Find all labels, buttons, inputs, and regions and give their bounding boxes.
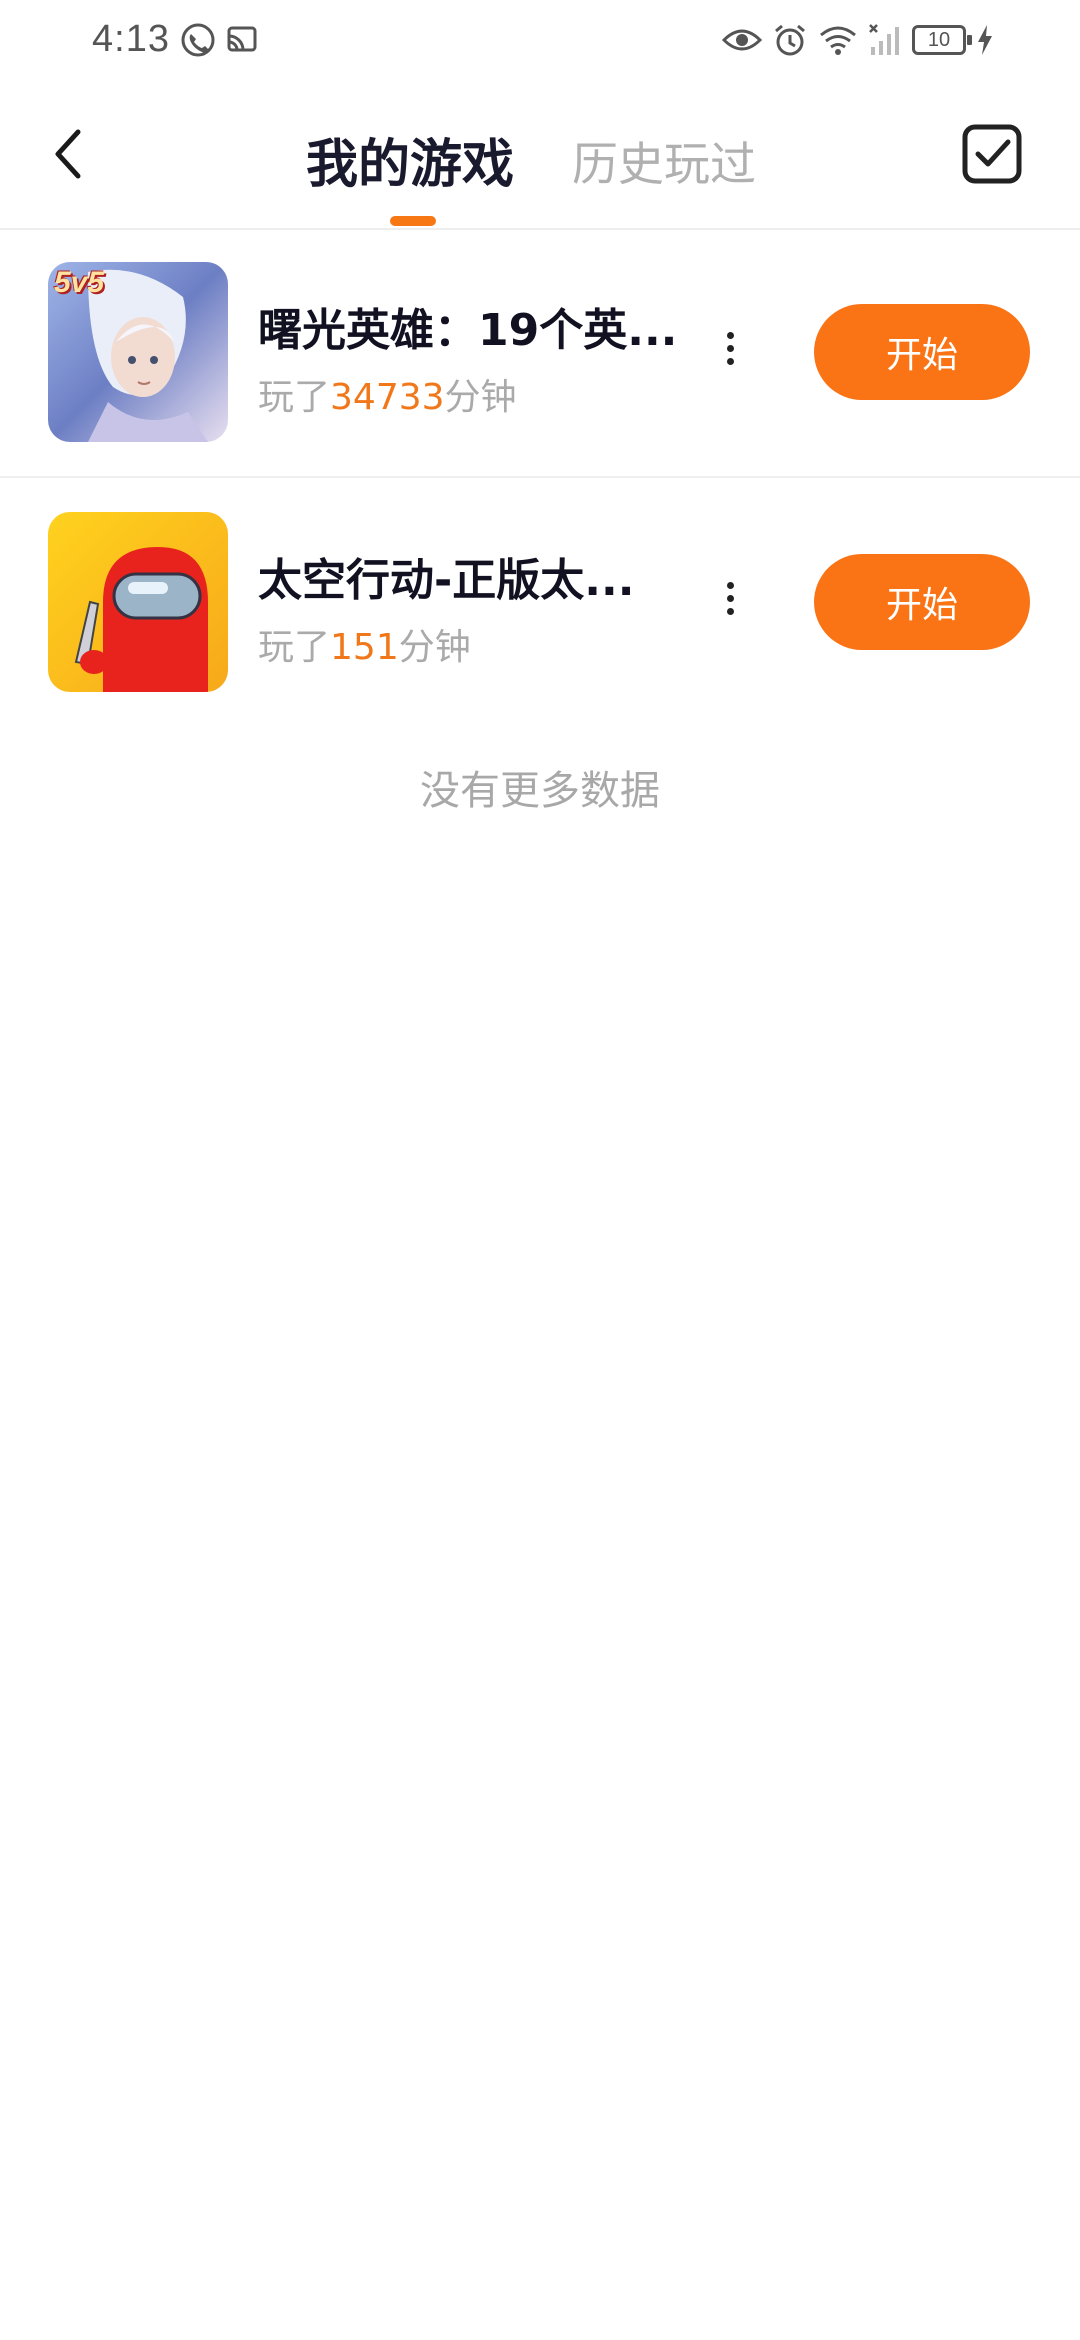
tab-history-played[interactable]: 历史玩过 [572, 128, 756, 194]
select-mode-button[interactable] [960, 122, 1024, 186]
playtime-suffix: 分钟 [398, 627, 471, 668]
game-icon [48, 512, 228, 692]
more-dot [726, 607, 734, 615]
more-options-button[interactable] [710, 318, 750, 378]
game-playtime: 玩了151分钟 [258, 618, 471, 670]
hd-call-icon [181, 23, 215, 57]
battery-level: 10 [927, 28, 951, 51]
charging-icon [978, 25, 992, 55]
top-bar: 我的游戏 历史玩过 [0, 100, 1080, 230]
no-more-data-text: 没有更多数据 [420, 768, 660, 814]
list-item[interactable]: 太空行动-正版太... 玩了151分钟 开始 [0, 478, 1080, 726]
status-right-icons: 10 [722, 22, 994, 58]
status-left-icons [180, 22, 260, 58]
back-button[interactable] [40, 124, 100, 184]
game-title: 曙光英雄：19个英... [258, 305, 678, 356]
playtime-suffix: 分钟 [444, 377, 517, 418]
battery-icon: 10 [912, 25, 972, 55]
game-playtime: 玩了34733分钟 [258, 368, 517, 420]
game-icon: 5v5 [48, 262, 228, 442]
game-title: 太空行动-正版太... [258, 555, 635, 606]
wifi-icon [820, 26, 856, 55]
start-button[interactable]: 开始 [814, 554, 1030, 650]
alarm-icon [775, 24, 805, 56]
status-time: 4:13 [92, 18, 170, 60]
signal-icon [869, 24, 899, 55]
cast-icon [227, 26, 257, 52]
status-bar: 4:13 10 [0, 0, 1080, 86]
playtime-prefix: 玩了 [258, 627, 331, 668]
start-button[interactable]: 开始 [814, 304, 1030, 400]
active-tab-indicator [390, 216, 436, 226]
more-dot [726, 344, 734, 352]
more-options-button[interactable] [710, 568, 750, 628]
more-vertical-icon [726, 331, 734, 339]
game-artwork-icon [48, 512, 228, 692]
eye-icon [722, 29, 762, 51]
chevron-left-icon [55, 129, 81, 179]
more-vertical-icon [726, 581, 734, 589]
list-item[interactable]: 5v5 曙光英雄：19个英... 玩了34733分钟 开始 [0, 228, 1080, 478]
playtime-minutes: 34733 [330, 377, 445, 418]
tab-my-games[interactable]: 我的游戏 [306, 122, 514, 197]
more-dot [726, 357, 734, 365]
game-badge: 5v5 [54, 266, 105, 299]
playtime-minutes: 151 [330, 627, 399, 668]
more-dot [726, 594, 734, 602]
checkbox-icon [962, 124, 1022, 184]
playtime-prefix: 玩了 [258, 377, 331, 418]
